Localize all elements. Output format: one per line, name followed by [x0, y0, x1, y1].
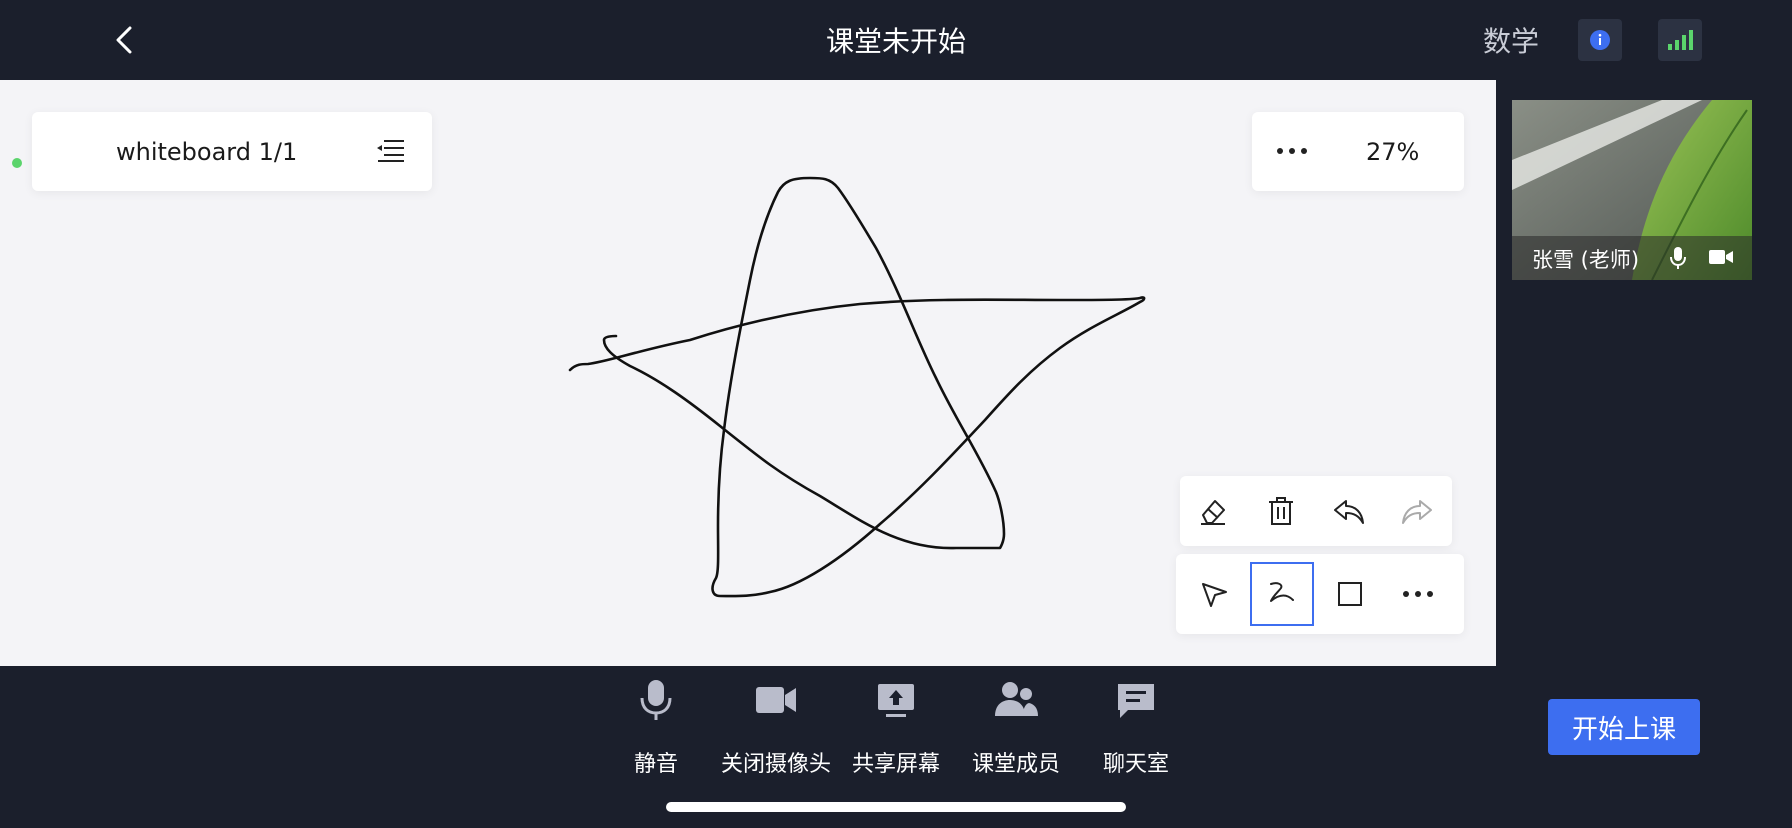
- participant-name: 张雪 (老师): [1532, 248, 1640, 272]
- start-class-button[interactable]: 开始上课: [1548, 699, 1700, 755]
- top-bar: 课堂未开始 数学: [0, 0, 1792, 80]
- eraser-button[interactable]: [1188, 486, 1238, 536]
- page-indicator: whiteboard 1/1: [32, 112, 432, 191]
- selector-icon: [1202, 583, 1227, 607]
- video-info-bar: 张雪 (老师): [1512, 236, 1752, 280]
- undo-button[interactable]: [1324, 486, 1374, 536]
- info-icon: [1590, 30, 1610, 50]
- draw-toolbar: [1176, 554, 1464, 634]
- subject-label: 数学: [1483, 25, 1540, 58]
- rectangle-button[interactable]: [1318, 562, 1382, 626]
- undo-icon: [1334, 500, 1364, 524]
- back-button[interactable]: [108, 22, 144, 58]
- signal-button[interactable]: [1658, 19, 1702, 61]
- chat-icon: [1118, 684, 1154, 718]
- more-horizontal-icon: [1277, 148, 1307, 154]
- redo-button[interactable]: [1392, 486, 1442, 536]
- rectangle-icon: [1338, 582, 1362, 606]
- edit-toolbar: [1180, 476, 1452, 546]
- whiteboard-canvas[interactable]: whiteboard 1/1 27%: [0, 80, 1496, 666]
- pen-icon: [1270, 582, 1294, 602]
- list-menu-icon: [377, 140, 404, 162]
- chat-label: 聊天室: [1102, 752, 1169, 777]
- page-list-button[interactable]: [376, 138, 406, 168]
- zoom-level: 27%: [1366, 138, 1420, 166]
- camera-icon: [756, 687, 796, 713]
- pen-button[interactable]: [1250, 562, 1314, 626]
- camera-icon[interactable]: [1708, 248, 1734, 266]
- selector-button[interactable]: [1182, 562, 1246, 626]
- home-indicator[interactable]: [666, 802, 1126, 812]
- camera-off-label: 关闭摄像头: [720, 752, 831, 777]
- redo-icon: [1402, 500, 1432, 524]
- signal-strength-icon: [1668, 30, 1693, 50]
- connection-dot: [12, 158, 22, 168]
- microphone-icon: [640, 680, 672, 720]
- teacher-video[interactable]: 张雪 (老师): [1512, 100, 1752, 280]
- clear-button[interactable]: [1256, 486, 1306, 536]
- more-tools-button[interactable]: [1386, 562, 1450, 626]
- members-label: 课堂成员: [971, 752, 1060, 777]
- trash-icon: [1269, 497, 1293, 525]
- share-screen-icon: [878, 684, 914, 717]
- microphone-icon[interactable]: [1670, 246, 1686, 270]
- members-icon: [995, 682, 1038, 716]
- info-button[interactable]: [1578, 19, 1622, 61]
- page-label: whiteboard 1/1: [116, 138, 298, 166]
- eraser-icon: [1201, 500, 1225, 525]
- share-screen-label: 共享屏幕: [851, 752, 940, 777]
- chevron-left-icon: [116, 26, 132, 54]
- mute-label: 静音: [633, 752, 678, 777]
- zoom-panel: 27%: [1252, 112, 1464, 191]
- zoom-more-button[interactable]: [1274, 136, 1310, 170]
- more-icon: [1403, 591, 1433, 597]
